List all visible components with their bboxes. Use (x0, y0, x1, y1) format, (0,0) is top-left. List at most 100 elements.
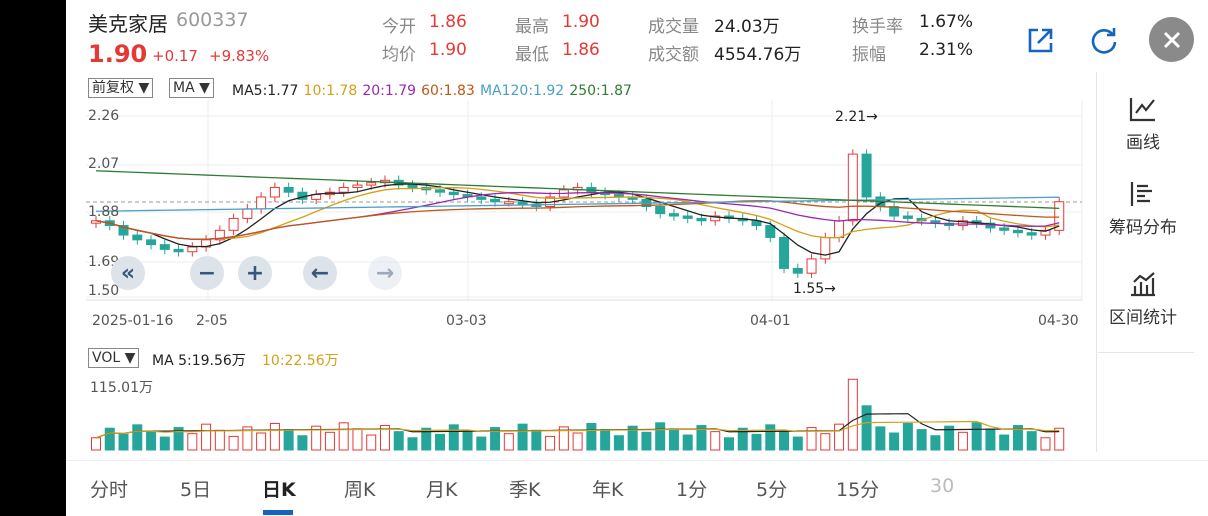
refresh-icon[interactable] (1085, 22, 1123, 60)
volume-bar (765, 424, 776, 451)
volume-bar (902, 422, 913, 451)
zoom-out-button[interactable]: − (190, 256, 224, 290)
tab-5day[interactable]: 5日 (180, 475, 211, 502)
volume-bar (517, 423, 528, 451)
tab-intraday[interactable]: 分时 (90, 475, 128, 502)
draw-line-icon (1129, 98, 1155, 122)
volume-bar (366, 434, 377, 451)
candle-body (861, 153, 872, 198)
volume-bar (723, 437, 734, 451)
volume-bar (118, 433, 129, 451)
volume-bar (214, 429, 225, 451)
candle-body (146, 239, 157, 246)
candle-body (132, 234, 143, 241)
candle-body (806, 258, 817, 274)
volume-bar (875, 426, 886, 451)
volume-bar (1026, 431, 1037, 451)
chip-distribution-tool[interactable]: 筹码分布 (1096, 180, 1190, 238)
volume-bar (297, 435, 308, 451)
plus-icon: + (245, 260, 265, 286)
candle-body (476, 196, 487, 200)
candle-body (187, 246, 198, 253)
candle-body (792, 267, 803, 274)
price-tick-2: 2.07 (88, 156, 120, 172)
volume-bar (324, 431, 335, 451)
tab-weekly-k[interactable]: 周K (344, 475, 375, 502)
active-tab-indicator (263, 510, 293, 515)
candle-body (682, 215, 693, 219)
tab-30min[interactable]: 30 (930, 475, 954, 497)
interval-stats-icon (1131, 272, 1155, 297)
tab-monthly-k[interactable]: 月K (426, 475, 457, 502)
volume-bar (462, 430, 473, 451)
tab-5min[interactable]: 5分 (756, 475, 787, 502)
tab-daily-k[interactable]: 日K (262, 475, 296, 502)
candle-body (834, 220, 845, 238)
candle-body (765, 225, 776, 238)
scroll-right-button[interactable]: → (368, 256, 402, 290)
volume-bar (957, 431, 968, 451)
volume-bar (779, 430, 790, 451)
volume-bar (985, 428, 996, 451)
watermark-overlay (954, 462, 1208, 516)
volume-bar (159, 436, 170, 451)
candle-body (999, 227, 1010, 231)
volume-bar (545, 435, 556, 451)
close-button[interactable] (1149, 17, 1194, 62)
price-tick-5: 1.50 (88, 283, 120, 299)
volume-bar (187, 433, 198, 451)
volume-bar (655, 422, 666, 451)
arrow-left-icon: ← (310, 260, 330, 286)
vol-ma10-text: 10:22.56万 (262, 353, 339, 369)
volume-bar (146, 430, 157, 451)
date-tick-3: 03-03 (446, 313, 487, 329)
candle-body (902, 215, 913, 219)
kline-chart[interactable] (66, 0, 1086, 460)
candle-body (407, 184, 418, 188)
candle-body (242, 208, 253, 219)
candle-body (696, 217, 707, 222)
close-icon (1163, 31, 1180, 48)
volume-bar (792, 436, 803, 451)
chip-distribution-icon (1130, 182, 1152, 206)
interval-stats-label: 区间统计 (1109, 308, 1177, 328)
candle-body (1026, 232, 1037, 236)
interval-stats-tool[interactable]: 区间统计 (1096, 270, 1190, 328)
volume-bar (820, 433, 831, 451)
scroll-start-button[interactable]: « (111, 256, 145, 290)
candles (91, 149, 1065, 278)
volume-bar (613, 435, 624, 451)
candle-body (173, 248, 184, 253)
volume-indicator-select[interactable]: VOL ▼ (88, 348, 140, 368)
volume-bar (847, 378, 858, 451)
high-annotation: 2.21→ (835, 109, 878, 125)
tab-15min[interactable]: 15分 (836, 475, 879, 502)
scroll-left-button[interactable]: ← (303, 256, 337, 290)
candle-body (779, 236, 790, 269)
volume-bar (407, 437, 418, 451)
volume-bar (269, 422, 280, 451)
volume-bar (476, 436, 487, 451)
tab-1min[interactable]: 1分 (676, 475, 707, 502)
tab-quarterly-k[interactable]: 季K (509, 475, 540, 502)
zoom-in-button[interactable]: + (238, 256, 272, 290)
kline-screen: 美克家居 600337 1.90 +0.17 +9.83% 今开 1.86 均价… (66, 0, 1208, 516)
volume-bar (531, 429, 542, 451)
tab-yearly-k[interactable]: 年K (592, 475, 623, 502)
candle-body (448, 191, 459, 196)
minus-icon: − (197, 260, 217, 286)
volume-bar (999, 434, 1010, 451)
candle-body (1012, 229, 1023, 234)
draw-line-tool[interactable]: 画线 (1096, 95, 1190, 153)
volume-bar (228, 435, 239, 451)
candle-body (338, 186, 349, 193)
volume-bar (435, 433, 446, 451)
tab-bar-divider (66, 460, 1208, 461)
volume-bar (861, 405, 872, 451)
volume-bar (682, 434, 693, 451)
date-tick-4: 04-01 (750, 313, 791, 329)
price-tick-3: 1.88 (88, 204, 120, 220)
chip-distribution-label: 筹码分布 (1109, 218, 1177, 238)
candle-body (435, 189, 446, 193)
candle-body (490, 198, 501, 203)
